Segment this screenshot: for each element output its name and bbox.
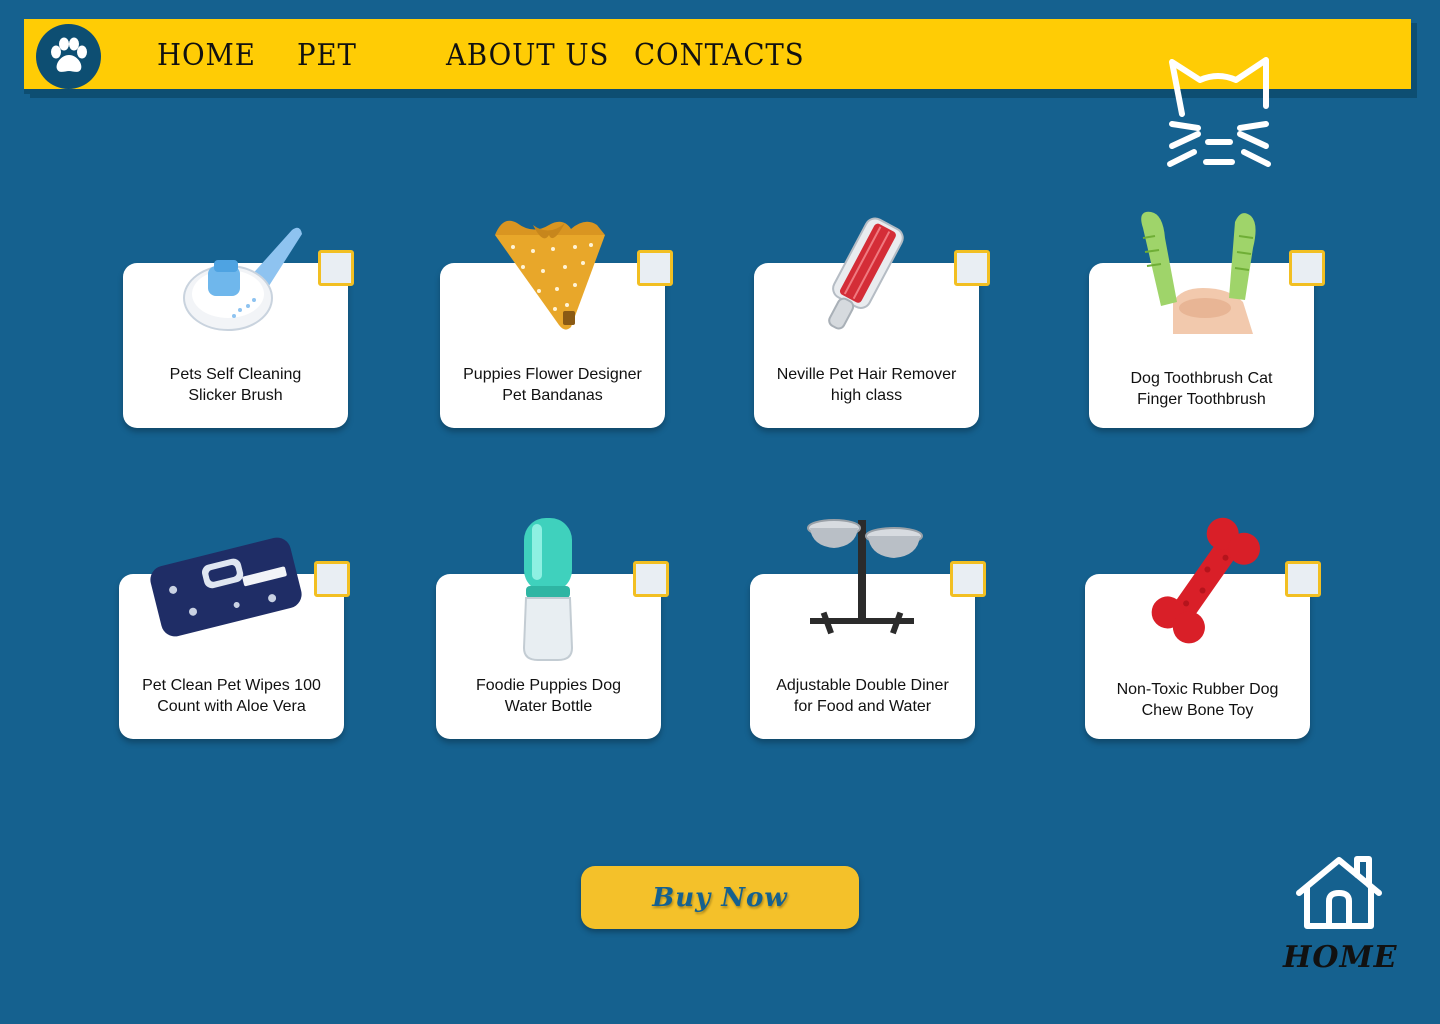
bandana-image: [495, 220, 605, 330]
home-icon[interactable]: [1295, 855, 1383, 930]
home-label[interactable]: HOME: [1283, 940, 1397, 975]
select-checkbox-finger-toothbrush[interactable]: [1289, 250, 1325, 286]
product-label: Pets Self Cleaning Slicker Brush: [169, 366, 302, 404]
select-checkbox-slicker-brush[interactable]: [318, 250, 354, 286]
finger-toothbrush-image: [1141, 211, 1256, 334]
select-checkbox-chew-bone[interactable]: [1285, 561, 1321, 597]
product-label: Puppies Flower Designer Pet Bandanas: [463, 366, 642, 404]
nav-link-contacts[interactable]: CONTACTS: [634, 38, 805, 73]
product-label: Pet Clean Pet Wipes 100 Count with Aloe V…: [142, 677, 321, 715]
buy-now-button[interactable]: Buy Now: [581, 866, 859, 929]
nav-link-pet[interactable]: PET: [297, 38, 357, 73]
water-bottle-image: [522, 518, 574, 661]
select-checkbox-hair-remover[interactable]: [954, 250, 990, 286]
chew-bone-image: [1151, 517, 1260, 644]
product-label: Adjustable Double Diner for Food and Wate…: [776, 677, 949, 715]
double-bowl-stand-image: [807, 519, 923, 635]
wipes-pack-image: [150, 537, 302, 637]
product-label: Dog Toothbrush Cat Finger Toothbrush: [1130, 370, 1273, 408]
nav-link-home[interactable]: HOME: [157, 38, 256, 73]
product-label: Non-Toxic Rubber Dog Chew Bone Toy: [1116, 681, 1279, 719]
nav-link-about-us[interactable]: ABOUT US: [446, 38, 609, 73]
paw-logo-icon[interactable]: [36, 24, 101, 89]
product-label: Foodie Puppies Dog Water Bottle: [476, 677, 621, 715]
slicker-brush-image: [183, 227, 302, 331]
select-checkbox-bandana[interactable]: [637, 250, 673, 286]
select-checkbox-pet-wipes[interactable]: [314, 561, 350, 597]
lint-roller-image: [828, 217, 904, 330]
select-checkbox-double-diner[interactable]: [950, 561, 986, 597]
select-checkbox-water-bottle[interactable]: [633, 561, 669, 597]
cat-face-icon: [1167, 57, 1271, 167]
product-label: Neville Pet Hair Remover high class: [776, 366, 957, 404]
